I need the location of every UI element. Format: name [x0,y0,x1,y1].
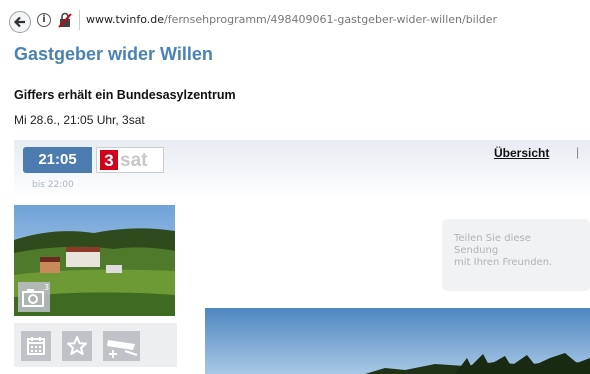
remote-icon [107,340,138,358]
camera-icon[interactable]: 3 [18,282,50,312]
start-time-badge: 21:05 [23,147,92,173]
calendar-button[interactable] [21,331,51,361]
overview-link[interactable]: Übersicht [494,146,549,160]
airtime-info: Mi 28.6., 21:05 Uhr, 3sat [14,113,145,127]
share-text: Teilen Sie diese Sendung mit Ihren Freun… [454,233,584,269]
calendar-icon [27,337,45,355]
insecure-lock-icon[interactable] [58,12,72,28]
browser-toolbar: i www.tvinfo.de/fernsehprogramm/49840906… [0,0,590,38]
channel-logo-name: sat [120,150,148,171]
episode-title: Giffers erhält ein Bundesasylzentrum [14,88,236,102]
url-bar[interactable]: www.tvinfo.de/fernsehprogramm/498409061-… [79,10,586,30]
main-image[interactable] [205,308,590,374]
sky-landscape-photo [205,308,590,374]
url-domain: www.tvinfo.de [86,13,164,26]
share-line: Teilen Sie diese [454,233,531,244]
nav-separator: | [576,145,580,159]
share-line: mit Ihren Freunden. [454,257,553,268]
svg-text:3: 3 [44,283,49,292]
channel-logo-number: 3 [100,150,118,170]
info-icon[interactable]: i [37,13,51,27]
channel-logo[interactable]: 3 sat [96,147,164,173]
end-time: bis 22:00 [32,180,74,190]
url-path: /fernsehprogramm/498409061-gastgeber-wid… [163,13,498,26]
arrow-left-icon [13,16,25,28]
share-line: Sendung [454,245,499,256]
back-button[interactable] [9,11,31,33]
page-title: Gastgeber wider Willen [14,44,213,64]
favorite-button[interactable] [62,331,92,361]
star-icon [67,336,87,355]
remote-button[interactable] [103,331,140,361]
